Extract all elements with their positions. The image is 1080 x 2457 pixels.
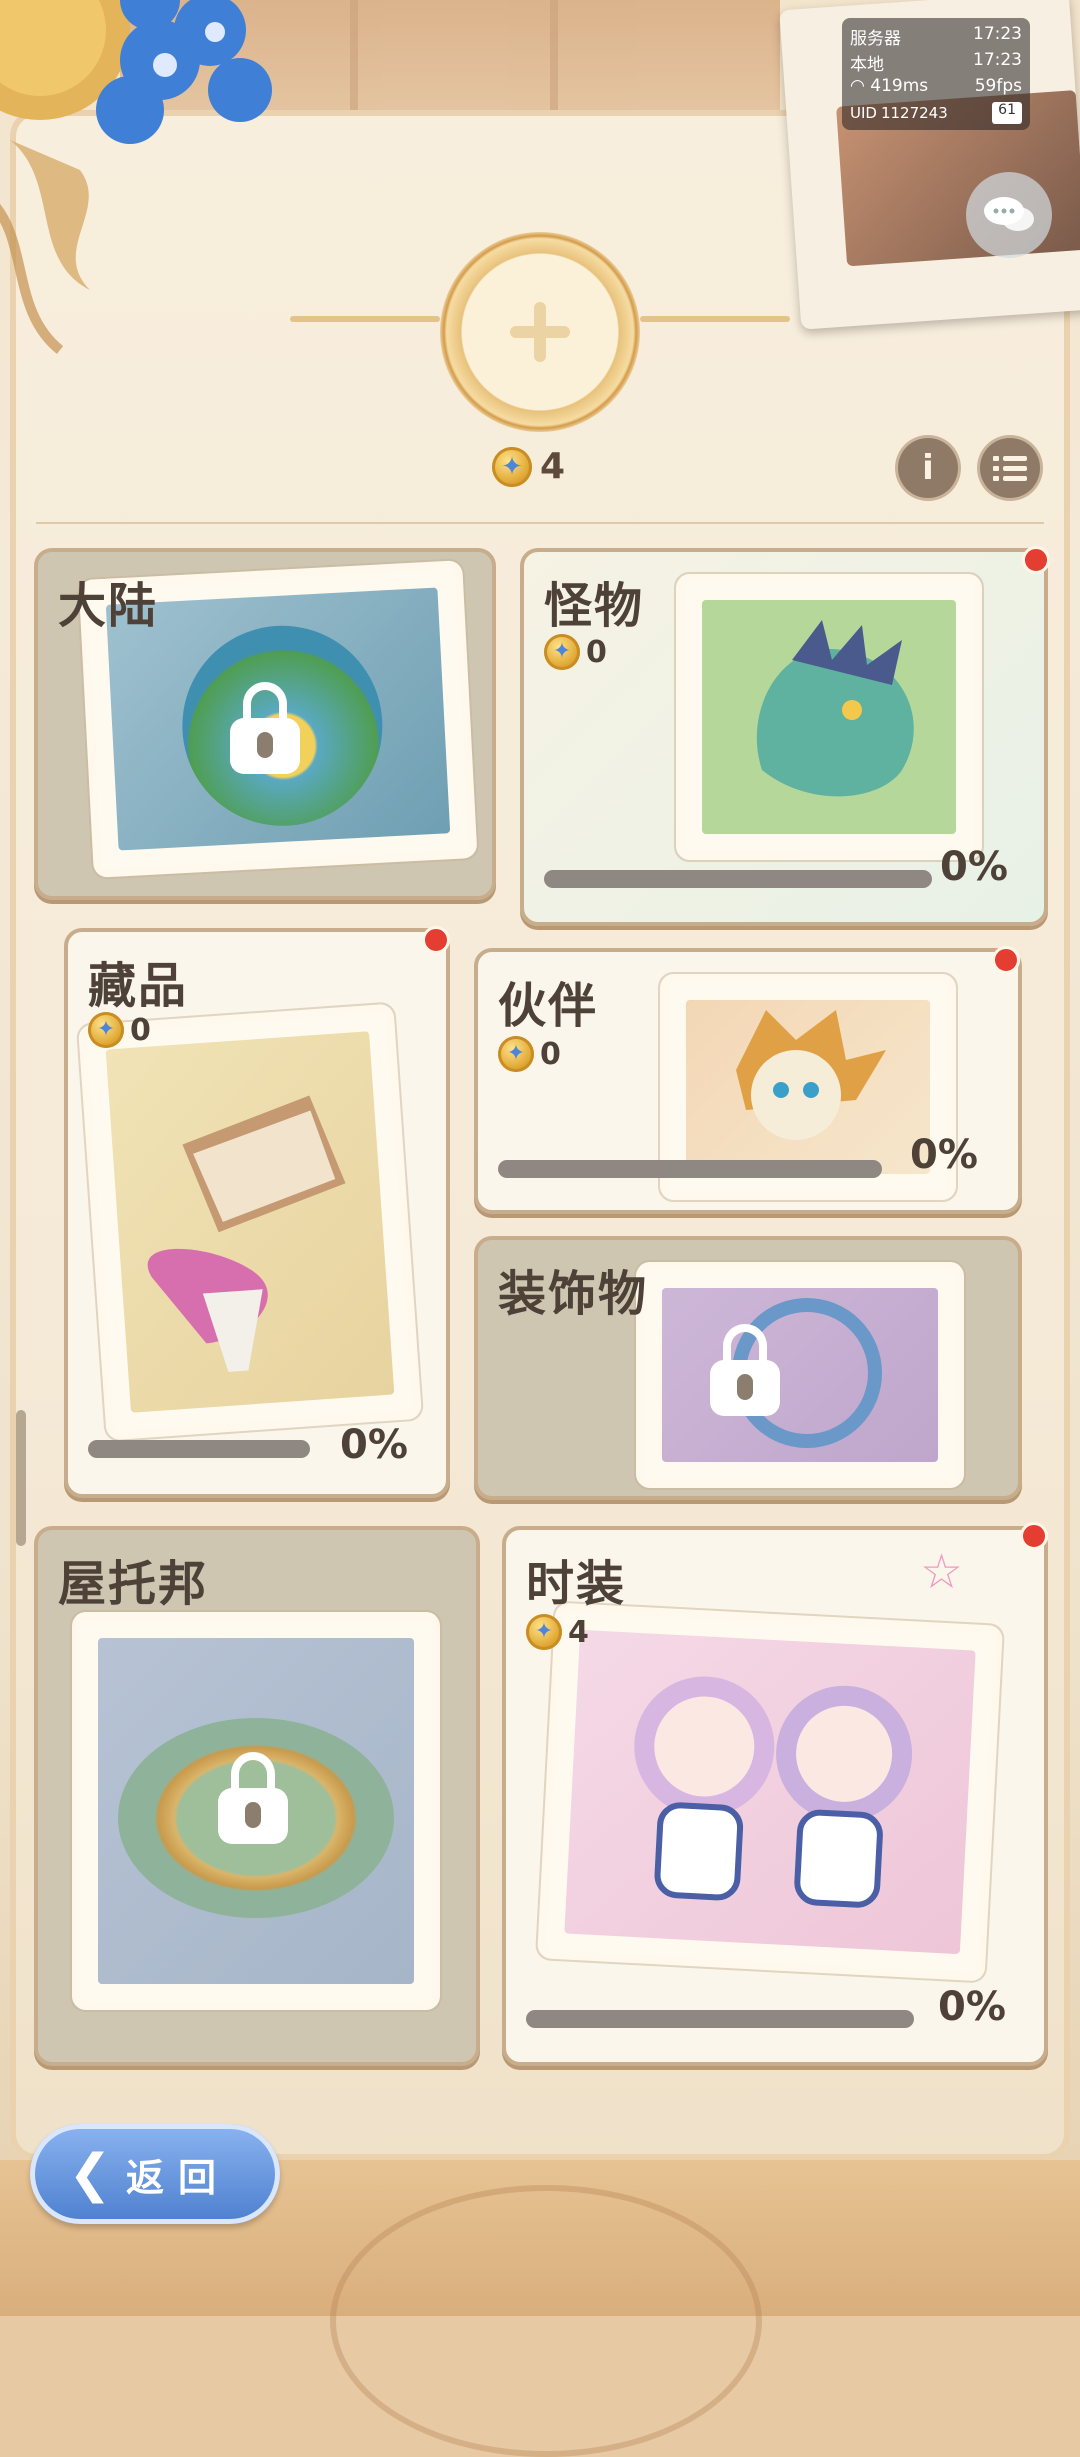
info-icon: i — [922, 448, 934, 488]
server-label: 服务器 — [850, 29, 901, 49]
uid-label: UID — [850, 104, 877, 122]
collection-art — [105, 1031, 395, 1413]
progress-bar — [498, 1160, 882, 1178]
card-title: 怪物 — [544, 578, 645, 634]
card-count: 0 — [498, 1036, 561, 1072]
progress-percent: 0% — [910, 1132, 978, 1178]
status-overlay: 服务器 17:23 本地 17:23 ◠ 419ms 59fps UID 1127243… — [842, 18, 1030, 130]
coin-icon — [544, 634, 580, 670]
card-utopia[interactable]: 屋托邦 — [34, 1526, 480, 2066]
progress-bar — [544, 870, 932, 888]
card-title: 时装 — [526, 1556, 627, 1612]
list-button[interactable] — [980, 438, 1040, 498]
list-icon — [993, 456, 1027, 481]
card-title: 伙伴 — [498, 978, 599, 1034]
ping-value: 419ms — [870, 76, 929, 96]
progress-percent: 0% — [938, 1984, 1006, 2030]
plus-icon — [510, 302, 570, 362]
card-count: 0 — [544, 634, 607, 670]
chat-button[interactable] — [966, 172, 1052, 258]
card-count-value: 0 — [540, 1036, 561, 1072]
card-title: 屋托邦 — [58, 1556, 209, 1612]
lock-icon — [218, 1752, 288, 1844]
total-coins: 4 — [492, 446, 565, 487]
card-partner[interactable]: 伙伴 0 0% — [474, 948, 1022, 1214]
fashion-stamp — [545, 1610, 995, 1974]
card-fashion[interactable]: ☆ 时装 4 0% — [502, 1526, 1048, 2066]
local-label: 本地 — [850, 55, 884, 75]
server-time: 17:23 — [973, 24, 1022, 44]
collection-stamp — [86, 1012, 414, 1432]
new-badge — [992, 946, 1020, 974]
card-collection[interactable]: 藏品 0 0% — [64, 928, 450, 1498]
card-count-value: 4 — [568, 1614, 589, 1650]
monster-stamp — [684, 582, 974, 852]
progress-percent: 0% — [340, 1422, 408, 1468]
divider — [36, 522, 1044, 524]
card-continent[interactable]: 大陆 — [34, 548, 496, 900]
back-button-label: 返回 — [126, 2155, 231, 2200]
total-coins-value: 4 — [540, 446, 566, 487]
progress-bar — [526, 2010, 914, 2028]
progress-bar — [88, 1440, 310, 1458]
card-monster[interactable]: 怪物 0 0% — [520, 548, 1048, 926]
fps-value: 59fps — [974, 76, 1022, 96]
bottom-emblem — [330, 2185, 762, 2457]
local-time: 17:23 — [973, 50, 1022, 70]
scrollbar[interactable] — [16, 1410, 26, 1546]
emblem-wing-right — [640, 316, 790, 322]
card-title: 大陆 — [58, 578, 159, 634]
emblem-wing-left — [290, 316, 440, 322]
coin-icon — [492, 446, 532, 487]
card-count: 4 — [526, 1614, 589, 1650]
monster-art — [702, 600, 956, 834]
new-badge — [1022, 546, 1050, 574]
new-badge — [422, 926, 450, 954]
chat-icon — [984, 197, 1034, 231]
info-button[interactable]: i — [898, 438, 958, 498]
battery-indicator: 61 — [992, 102, 1022, 124]
lock-icon — [230, 682, 300, 774]
coin-icon — [526, 1614, 562, 1650]
back-arrow-icon: ❮ — [68, 2144, 112, 2204]
card-count-value: 0 — [586, 634, 607, 670]
coin-icon — [498, 1036, 534, 1072]
partner-art — [686, 1000, 930, 1174]
back-button[interactable]: ❮ 返回 — [30, 2124, 280, 2224]
progress-percent: 0% — [940, 844, 1008, 890]
add-emblem-button[interactable] — [440, 232, 640, 432]
card-count-value: 0 — [130, 1012, 151, 1048]
decoration-art — [662, 1288, 938, 1462]
star-decoration: ☆ — [920, 1544, 964, 1600]
card-title: 藏品 — [88, 958, 189, 1014]
card-title: 装饰物 — [498, 1266, 649, 1322]
coin-icon — [88, 1012, 124, 1048]
lock-icon — [710, 1324, 780, 1416]
card-count: 0 — [88, 1012, 151, 1048]
uid-value: 1127243 — [880, 104, 948, 122]
decoration-stamp — [644, 1270, 956, 1480]
wifi-icon: ◠ — [850, 76, 865, 96]
card-decoration[interactable]: 装饰物 — [474, 1236, 1022, 1500]
new-badge — [1020, 1522, 1048, 1550]
flower-decoration — [0, 0, 272, 354]
fashion-art — [564, 1629, 976, 1955]
